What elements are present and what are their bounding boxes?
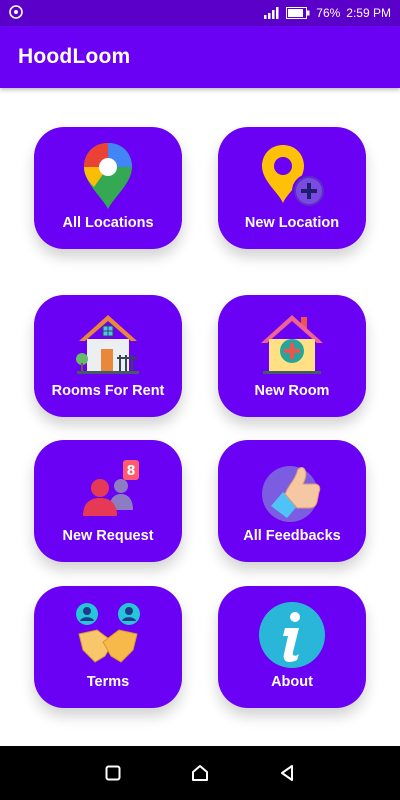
navigation-bar [0, 746, 400, 800]
info-icon [257, 600, 327, 670]
status-time: 2:59 PM [346, 6, 391, 20]
tile-label: New Request [62, 528, 154, 544]
signal-icon [264, 7, 280, 19]
status-right: 76% 2:59 PM [264, 6, 391, 20]
badge-count: 8 [126, 464, 135, 479]
tile-label: All Feedbacks [243, 528, 341, 544]
app-bar: HoodLoom [0, 26, 400, 88]
tile-label: All Locations [62, 215, 154, 231]
home-circle-icon[interactable] [180, 753, 220, 793]
app-title: HoodLoom [18, 45, 131, 68]
tile-label: New Room [254, 383, 330, 399]
recents-square-icon[interactable] [93, 753, 133, 793]
map-pin-icon [73, 141, 143, 211]
dashboard-grid: All Locations New Location Rooms For Ren… [16, 96, 384, 736]
thumbs-up-icon [257, 454, 327, 524]
handshake-icon [73, 600, 143, 670]
new-location-button[interactable]: New Location [218, 127, 366, 249]
battery-percent: 76% [316, 6, 341, 20]
terms-button[interactable]: Terms [34, 586, 182, 708]
notification-icon [9, 4, 23, 22]
new-room-button[interactable]: New Room [218, 295, 366, 417]
status-bar: 76% 2:59 PM [0, 0, 400, 26]
rooms-for-rent-button[interactable]: Rooms For Rent [34, 295, 182, 417]
back-triangle-icon[interactable] [267, 753, 307, 793]
new-request-button[interactable]: 8 New Request [34, 440, 182, 562]
add-house-icon [257, 309, 327, 379]
battery-icon [286, 7, 310, 19]
tile-label: New Location [244, 215, 340, 231]
house-icon [73, 309, 143, 379]
tile-label: Rooms For Rent [51, 383, 165, 399]
all-feedbacks-button[interactable]: All Feedbacks [218, 440, 366, 562]
tile-label: About [271, 674, 313, 690]
all-locations-button[interactable]: All Locations [34, 127, 182, 249]
status-left [9, 4, 23, 22]
add-location-icon [257, 141, 327, 211]
about-button[interactable]: About [218, 586, 366, 708]
requests-icon: 8 [73, 454, 143, 524]
tile-label: Terms [86, 674, 130, 690]
